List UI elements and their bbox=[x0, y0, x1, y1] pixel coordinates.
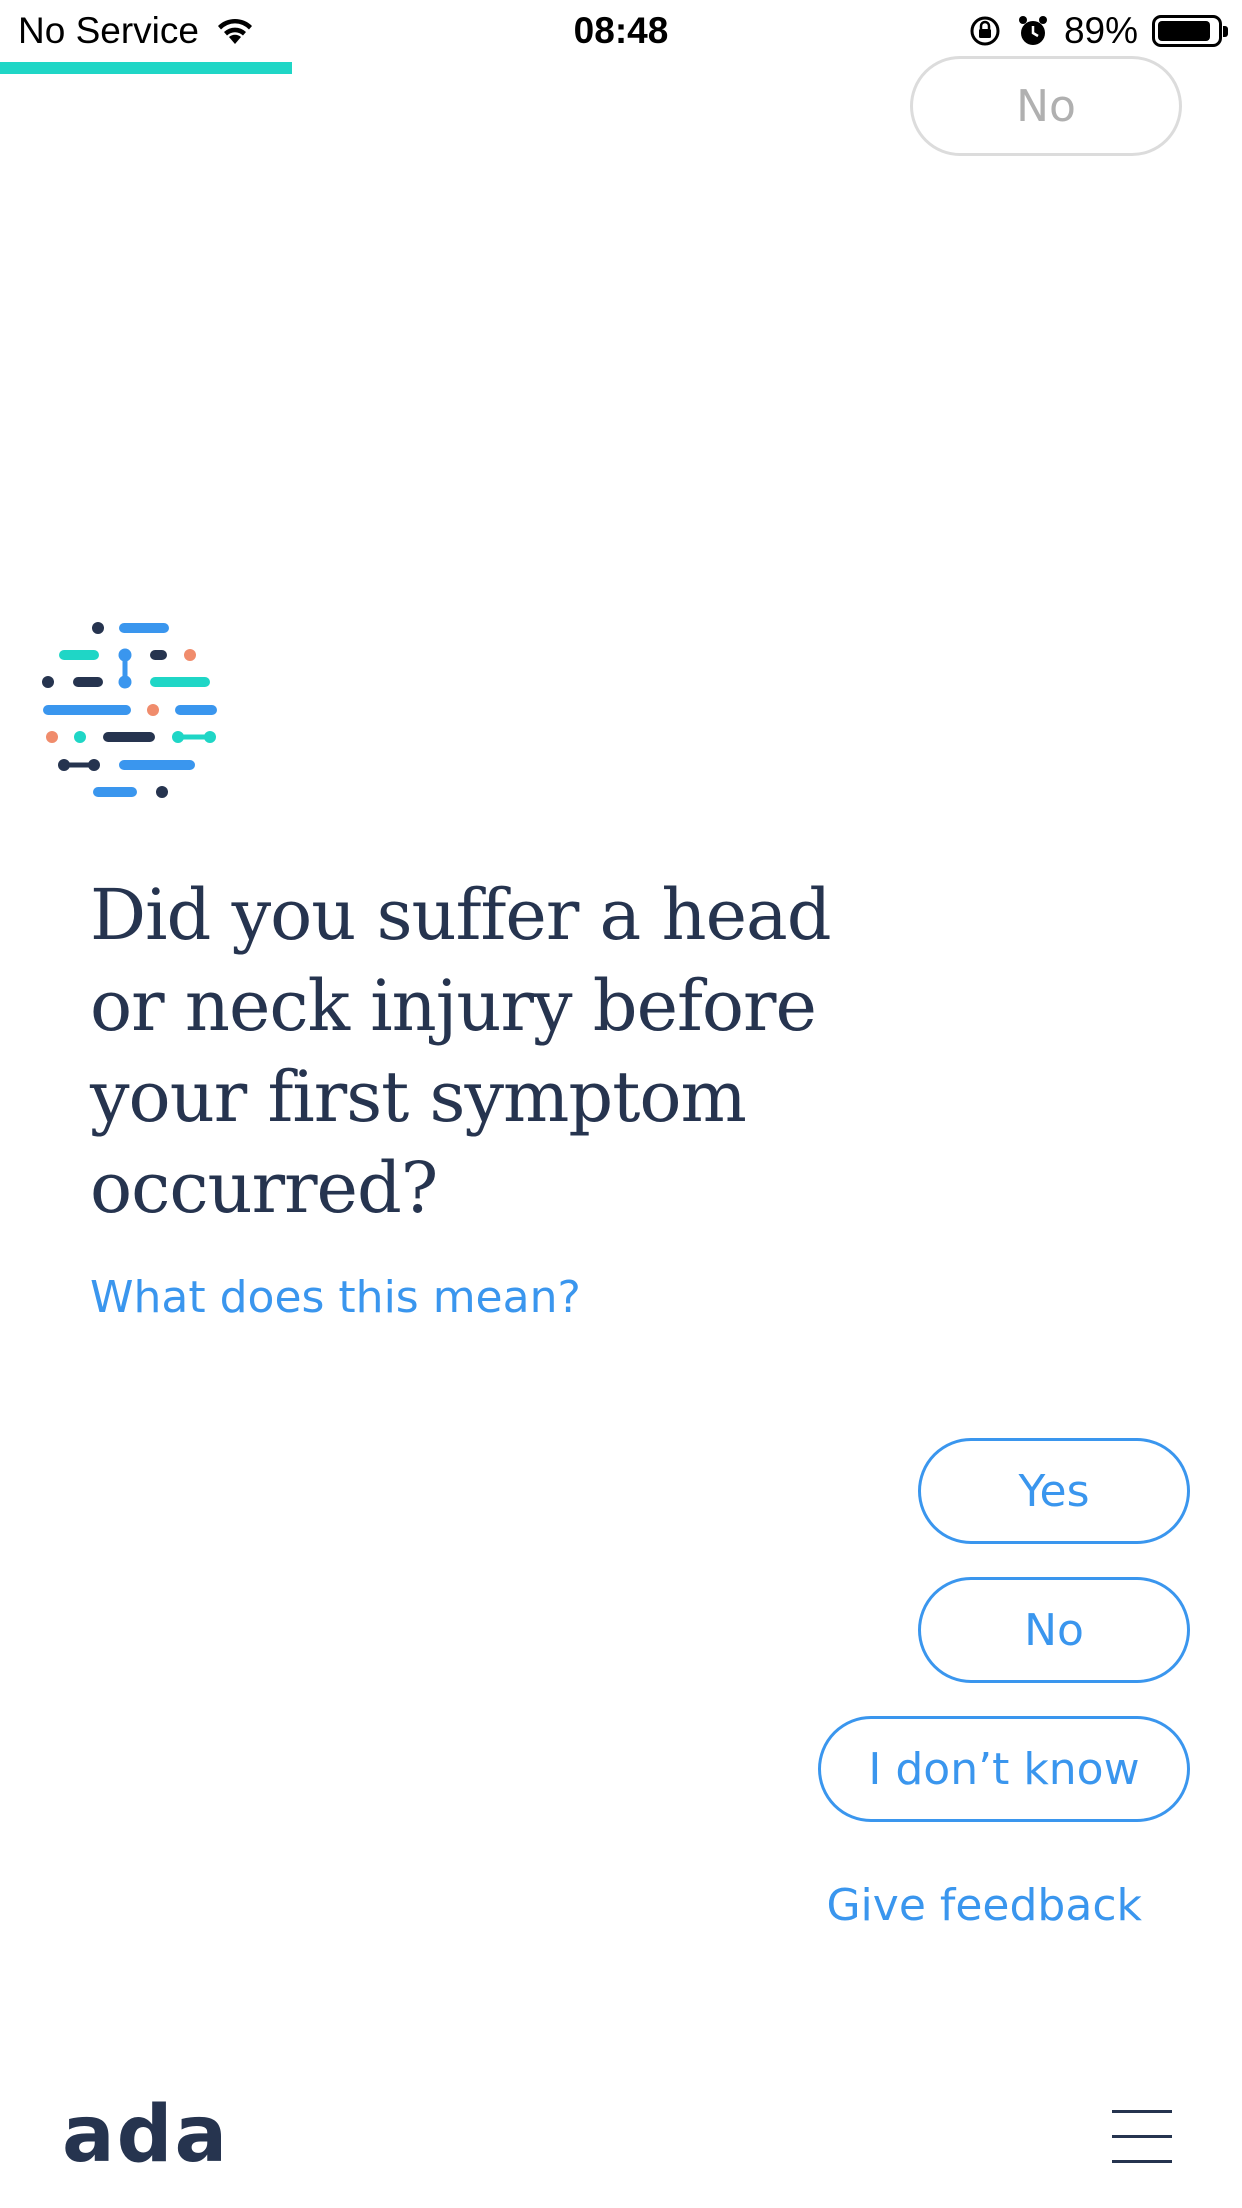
answer-yes-button[interactable]: Yes bbox=[918, 1438, 1190, 1544]
menu-line bbox=[1112, 2110, 1172, 2113]
battery-cap bbox=[1223, 26, 1228, 37]
battery-icon bbox=[1152, 15, 1228, 47]
give-feedback-link[interactable]: Give feedback bbox=[826, 1880, 1142, 1931]
answer-no-button[interactable]: No bbox=[918, 1577, 1190, 1683]
orientation-lock-icon bbox=[970, 16, 1000, 46]
answer-dont-know-button[interactable]: I don’t know bbox=[818, 1716, 1190, 1822]
menu-line bbox=[1112, 2135, 1172, 2138]
hamburger-menu-icon[interactable] bbox=[1112, 2110, 1172, 2164]
ada-logo: ada bbox=[62, 2090, 230, 2180]
ada-avatar-icon bbox=[42, 622, 217, 798]
battery-level bbox=[1158, 21, 1210, 41]
status-right: 89% bbox=[968, 10, 1228, 52]
question-text: Did you suffer a head or neck injury bef… bbox=[90, 874, 832, 1229]
symptom-question-screen: No Service 08:48 89% No Did you suffer a… bbox=[0, 0, 1242, 2208]
previous-answer-bubble: No bbox=[910, 56, 1182, 156]
battery-percent: 89% bbox=[1063, 10, 1138, 51]
menu-line bbox=[1112, 2160, 1172, 2163]
what-does-this-mean-link[interactable]: What does this mean? bbox=[90, 1272, 581, 1323]
assessment-progress-fill bbox=[0, 62, 292, 74]
status-bar: No Service 08:48 89% bbox=[0, 0, 1242, 62]
alarm-icon bbox=[1018, 16, 1047, 45]
